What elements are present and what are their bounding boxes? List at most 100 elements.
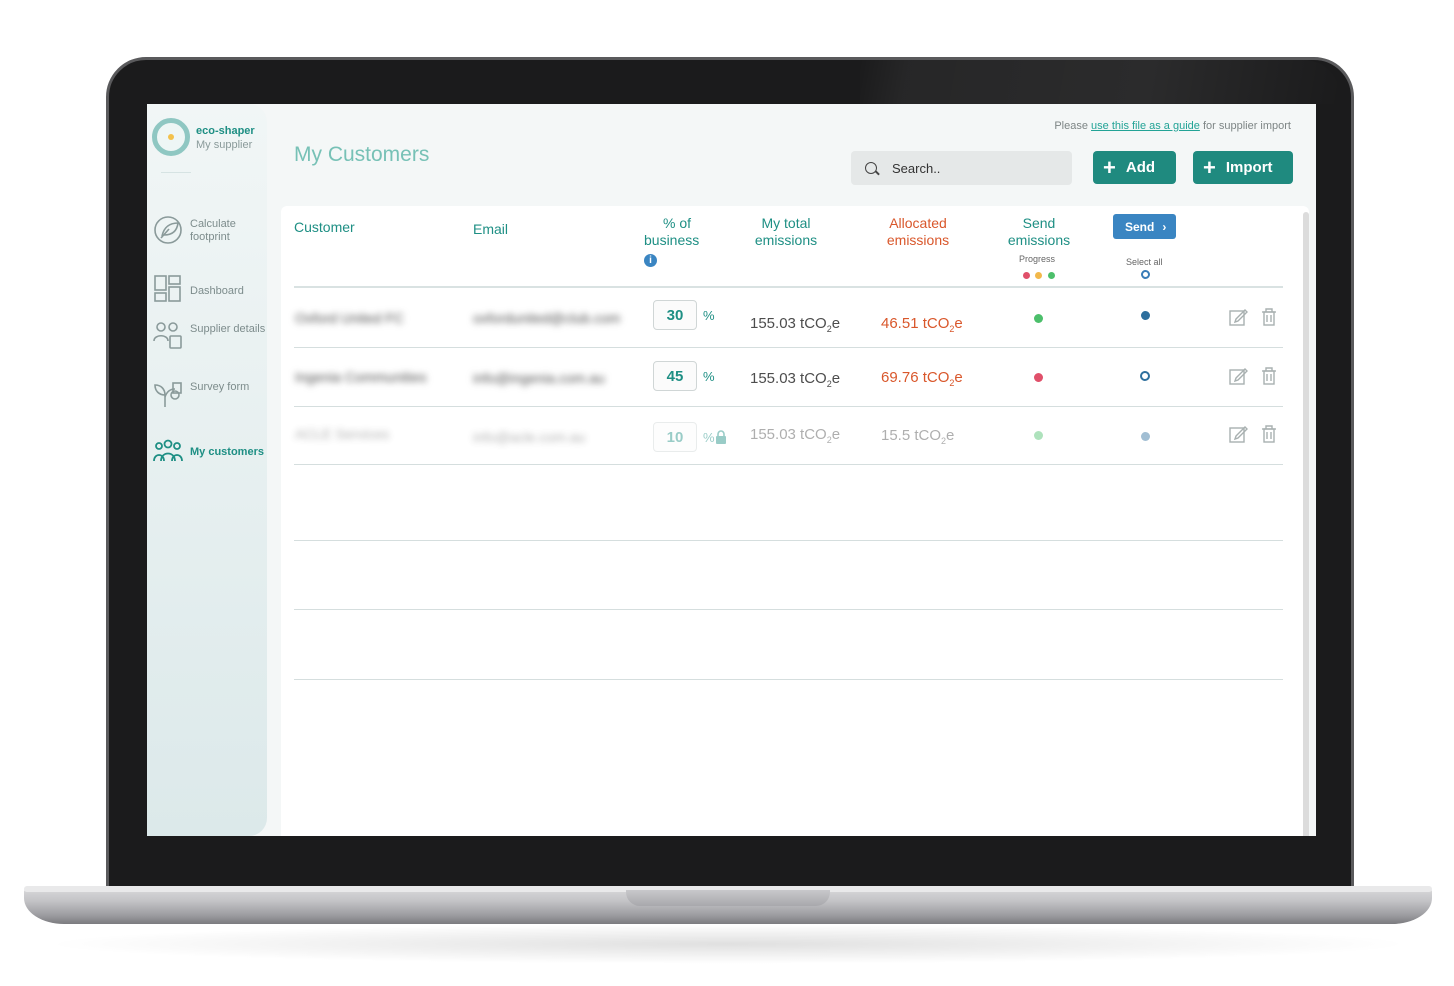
sidebar-item-label: Survey form [190,381,250,393]
supplier-people-icon [153,319,183,351]
row-divider [294,347,1283,348]
trash-icon[interactable] [1259,307,1279,327]
row-divider [294,464,1283,465]
sidebar-item-dashboard[interactable]: Dashboard [153,273,265,309]
sidebar-item-label: Supplier details [190,323,266,335]
search-input[interactable] [892,159,1062,177]
sidebar-item-calculate-footprint[interactable]: Calculate footprint [153,214,265,250]
row-divider [294,540,1283,541]
add-button[interactable]: + Add [1093,151,1176,184]
edit-icon[interactable] [1228,366,1248,386]
header-divider [294,286,1283,288]
pct-business-input[interactable]: 30 [653,300,697,330]
select-all-label: Select all [1126,257,1163,267]
customer-email: info@ingenia.com.au [473,370,605,386]
sidebar-item-label: Calculate footprint [190,218,236,243]
search-icon [865,162,877,174]
column-header-allocated-line1: Allocated [889,215,947,231]
sidebar-item-label: My customers [190,446,264,458]
search-box[interactable] [851,151,1072,185]
column-header-pct-line2: business [644,232,700,248]
progress-legend-red [1023,272,1030,279]
row-divider [294,679,1283,680]
import-button-label: Import [1225,159,1273,176]
column-header-send-line2: emissions [1007,232,1071,248]
progress-legend-green [1048,272,1055,279]
allocated-emissions: 15.5 tCO2e [881,427,955,446]
laptop-bezel-sheen [860,60,1340,104]
brand-divider [161,172,191,173]
table-scrollbar[interactable] [1303,212,1309,836]
sidebar: eco-shaper My supplier Calculate footpri… [147,104,267,836]
sidebar-item-survey-form[interactable]: Survey form [153,377,265,413]
column-header-total-line1: My total [761,215,811,231]
laptop-shadow [40,924,1416,964]
customers-group-icon [153,437,183,469]
trash-icon[interactable] [1259,424,1279,444]
import-hint: Please use this file as a guide for supp… [1054,120,1291,132]
row-divider [294,609,1283,610]
column-header-email[interactable]: Email [473,221,508,238]
allocated-emissions: 46.51 tCO2e [881,315,963,334]
lock-icon [715,430,727,444]
column-header-customer[interactable]: Customer [294,219,355,236]
pct-sign: % [703,430,715,445]
column-header-total-line2: emissions [754,232,818,248]
status-dot [1034,431,1043,440]
import-button[interactable]: + Import [1193,151,1293,184]
plus-icon: + [1203,154,1216,180]
allocated-emissions: 69.76 tCO2e [881,369,963,388]
column-header-allocated-line2: emissions [886,232,950,248]
info-icon[interactable]: i [644,254,657,267]
column-header-send-line1: Send [1022,215,1056,231]
customer-name: Oxford United FC [295,310,404,326]
app-screen: eco-shaper My supplier Calculate footpri… [147,104,1316,836]
sidebar-item-label: Dashboard [190,285,244,297]
brand-logo-icon [152,118,190,156]
chevron-right-icon: › [1162,219,1167,234]
column-header-pct-line1: % of [662,215,691,231]
brand-name: eco-shaper [196,125,255,137]
pct-business-input[interactable]: 10 [653,422,697,452]
add-button-label: Add [1125,159,1156,176]
import-guide-link[interactable]: use this file as a guide [1091,120,1200,132]
row-divider [294,406,1283,407]
status-dot [1034,373,1043,382]
row-select-radio[interactable] [1141,432,1150,441]
select-all-radio[interactable] [1141,270,1150,279]
customer-name: ACLE Services [295,426,390,442]
dashboard-grid-icon [153,273,183,305]
total-emissions: 155.03 tCO2e [750,315,841,334]
laptop-notch [626,890,830,906]
leaf-circle-icon [153,214,183,246]
sidebar-item-supplier-details[interactable]: Supplier details [153,319,265,355]
sidebar-item-my-customers[interactable]: My customers [153,437,265,473]
total-emissions: 155.03 tCO2e [750,370,841,389]
trash-icon[interactable] [1259,366,1279,386]
customer-name: Ingenia Communities [295,369,427,385]
progress-label: Progress [1019,254,1056,264]
brand[interactable]: eco-shaper My supplier [152,118,264,158]
pct-sign: % [703,369,715,384]
import-hint-suffix: for supplier import [1202,120,1291,132]
edit-icon[interactable] [1228,424,1248,444]
send-button-label: Send [1125,219,1155,234]
plus-icon: + [1103,154,1116,180]
customers-table-card [281,206,1309,836]
status-dot [1034,314,1043,323]
customer-email: info@acle.com.au [473,429,586,445]
brand-subtitle: My supplier [196,139,253,151]
row-select-radio[interactable] [1140,371,1150,381]
total-emissions: 155.03 tCO2e [750,426,841,445]
customer-email: oxfordunited@club.com [473,310,621,326]
edit-icon[interactable] [1228,307,1248,327]
pct-business-input[interactable]: 45 [653,361,697,391]
page-title: My Customers [294,143,430,166]
column-header-pct[interactable]: business i [644,232,714,267]
send-button[interactable]: Send › [1113,214,1176,239]
progress-legend-amber [1035,272,1042,279]
import-hint-prefix: Please [1054,120,1088,132]
survey-plant-icon [153,377,183,409]
row-select-radio[interactable] [1141,311,1150,320]
pct-sign: % [703,308,715,323]
